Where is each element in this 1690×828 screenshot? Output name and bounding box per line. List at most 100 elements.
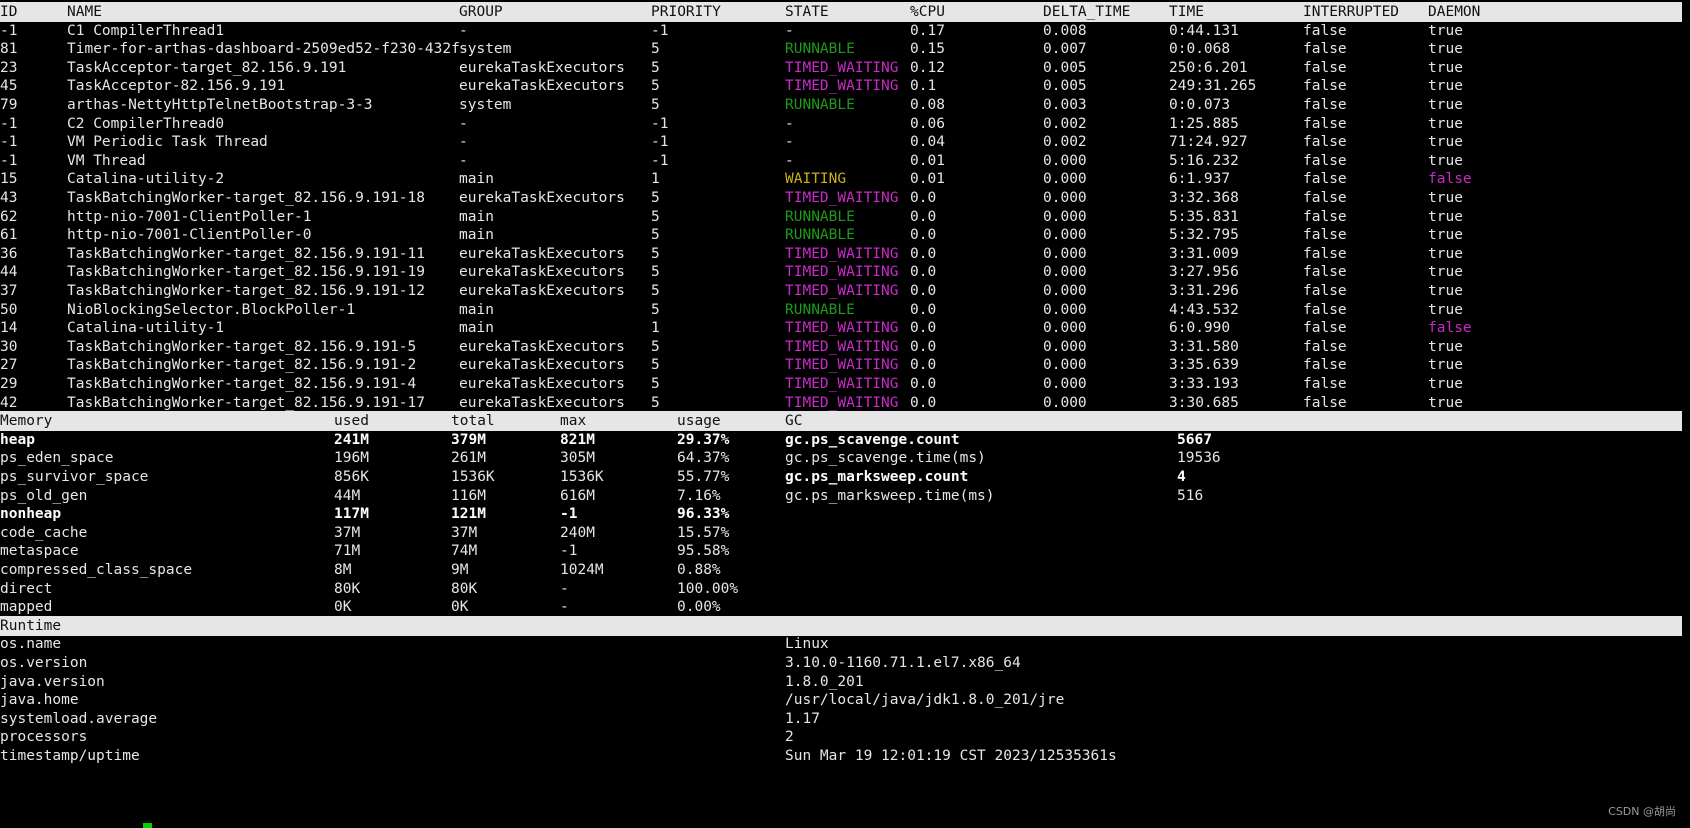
gc-name: gc.ps_scavenge.count — [785, 431, 960, 448]
thread-delta: 0.000 — [1043, 283, 1087, 299]
thread-id: 44 — [0, 264, 18, 281]
thread-id: 42 — [0, 394, 18, 411]
thread-time: 3:31.009 — [1169, 245, 1239, 262]
thread-group: eurekaTaskExecutors — [459, 264, 625, 281]
thread-group: main — [459, 171, 494, 188]
thread-name: TaskAcceptor-target_82.156.9.191 — [67, 59, 347, 76]
thread-time: 249:31.265 — [1169, 78, 1257, 95]
thread-state: - — [785, 22, 794, 39]
thread-row: -1 C1 CompilerThread1 - -1 - 0.17 0.008 0:44.13… — [0, 21, 1690, 41]
gc-value: 4 — [1177, 469, 1186, 485]
thread-state: TIMED_WAITING — [785, 394, 899, 411]
thread-delta: 0.000 — [1043, 338, 1087, 355]
thread-daemon: true — [1428, 152, 1463, 169]
thread-id: 43 — [0, 190, 18, 206]
thread-group: main — [459, 301, 494, 318]
thread-priority: -1 — [651, 152, 669, 169]
thread-interrupted: false — [1303, 134, 1347, 151]
thread-row: -1 VM Periodic Task Thread - -1 - 0.04 0.002 71… — [0, 132, 1690, 152]
memory-total: 379M — [451, 431, 486, 448]
thread-daemon: true — [1428, 208, 1463, 225]
memory-usage: 64.37% — [677, 450, 730, 467]
thread-daemon: true — [1428, 97, 1463, 113]
thread-priority: -1 — [651, 134, 669, 151]
runtime-key: java.home — [0, 692, 79, 709]
thread-id: -1 — [0, 22, 18, 39]
thread-name: TaskAcceptor-82.156.9.191 — [67, 78, 286, 95]
thread-state: RUNNABLE — [785, 301, 855, 318]
thread-daemon: true — [1428, 376, 1463, 392]
thread-row: -1 C2 CompilerThread0 - -1 - 0.06 0.002 1:25.88… — [0, 114, 1690, 134]
thread-priority: 5 — [651, 338, 660, 355]
thread-priority: -1 — [651, 22, 669, 39]
memory-total: 121M — [451, 506, 486, 523]
thread-group: eurekaTaskExecutors — [459, 245, 625, 262]
memory-total: 37M — [451, 524, 478, 541]
thread-state: TIMED_WAITING — [785, 59, 899, 76]
memory-usage: 29.37% — [677, 431, 730, 448]
thread-id: 29 — [0, 376, 18, 392]
thread-name: TaskBatchingWorker-target_82.156.9.191-1… — [67, 245, 425, 262]
thread-time: 0:44.131 — [1169, 22, 1239, 39]
thread-time: 3:35.639 — [1169, 357, 1239, 374]
thread-cpu: 0.0 — [910, 190, 937, 206]
thread-row: 15 Catalina-utility-2 main 1 WAITING 0.01 0.00… — [0, 169, 1690, 189]
thread-state: TIMED_WAITING — [785, 245, 899, 262]
thread-group: eurekaTaskExecutors — [459, 394, 625, 411]
thread-priority: 5 — [651, 227, 660, 244]
thread-daemon: false — [1428, 320, 1472, 337]
thread-group: eurekaTaskExecutors — [459, 78, 625, 95]
thread-priority: 5 — [651, 41, 660, 58]
watermark: CSDN @胡尚 — [1608, 805, 1676, 818]
thread-group: - — [459, 152, 468, 169]
thread-state: RUNNABLE — [785, 41, 855, 58]
thread-header-state: STATE — [785, 4, 829, 20]
thread-name: TaskBatchingWorker-target_82.156.9.191-1… — [67, 394, 425, 411]
thread-cpu: 0.06 — [910, 115, 945, 132]
memory-row: mapped 0K 0K - 0.00% — [0, 597, 1690, 617]
memory-total: 1536K — [451, 469, 495, 485]
thread-time: 5:16.232 — [1169, 152, 1239, 169]
thread-cpu: 0.01 — [910, 152, 945, 169]
runtime-key: java.version — [0, 673, 105, 690]
thread-id: 30 — [0, 338, 18, 355]
memory-name: ps_old_gen — [0, 487, 88, 504]
memory-row: metaspace 71M 74M -1 95.58% — [0, 541, 1690, 561]
thread-name: TaskBatchingWorker-target_82.156.9.191-4 — [67, 376, 417, 392]
thread-daemon: true — [1428, 227, 1463, 244]
thread-delta: 0.003 — [1043, 97, 1087, 113]
thread-delta: 0.008 — [1043, 22, 1087, 39]
thread-interrupted: false — [1303, 22, 1347, 39]
memory-usage: 0.88% — [677, 562, 721, 578]
thread-name: TaskBatchingWorker-target_82.156.9.191-5 — [67, 338, 417, 355]
thread-priority: 5 — [651, 59, 660, 76]
gc-name: gc.ps_scavenge.time(ms) — [785, 450, 986, 467]
thread-priority: 5 — [651, 78, 660, 95]
thread-name: http-nio-7001-ClientPoller-1 — [67, 208, 312, 225]
thread-cpu: 0.0 — [910, 208, 937, 225]
thread-delta: 0.000 — [1043, 190, 1087, 206]
thread-delta: 0.000 — [1043, 301, 1087, 318]
thread-name: C1 CompilerThread1 — [67, 22, 225, 39]
memory-header-total: total — [451, 413, 495, 430]
memory-row: direct 80K 80K - 100.00% — [0, 579, 1690, 599]
thread-row: 50 NioBlockingSelector.BlockPoller-1 main 5… — [0, 300, 1690, 320]
thread-group: system — [459, 41, 512, 58]
thread-interrupted: false — [1303, 376, 1347, 392]
thread-row: 45 TaskAcceptor-82.156.9.191 eurekaTaskExe… — [0, 76, 1690, 96]
thread-time: 4:43.532 — [1169, 301, 1239, 318]
thread-daemon: true — [1428, 22, 1463, 39]
thread-interrupted: false — [1303, 97, 1347, 113]
runtime-row: os.name Linux — [0, 634, 1690, 654]
thread-group: eurekaTaskExecutors — [459, 338, 625, 355]
thread-state: TIMED_WAITING — [785, 78, 899, 95]
thread-state: TIMED_WAITING — [785, 320, 899, 337]
thread-group: - — [459, 115, 468, 132]
memory-used: 856K — [334, 469, 369, 485]
thread-time: 5:32.795 — [1169, 227, 1239, 244]
thread-id: 81 — [0, 41, 18, 58]
thread-time: 5:35.831 — [1169, 208, 1239, 225]
thread-row: 14 Catalina-utility-1 main 1 TIMED_WAITING 0.… — [0, 318, 1690, 338]
memory-max: 1536K — [560, 469, 604, 485]
thread-cpu: 0.17 — [910, 22, 945, 39]
